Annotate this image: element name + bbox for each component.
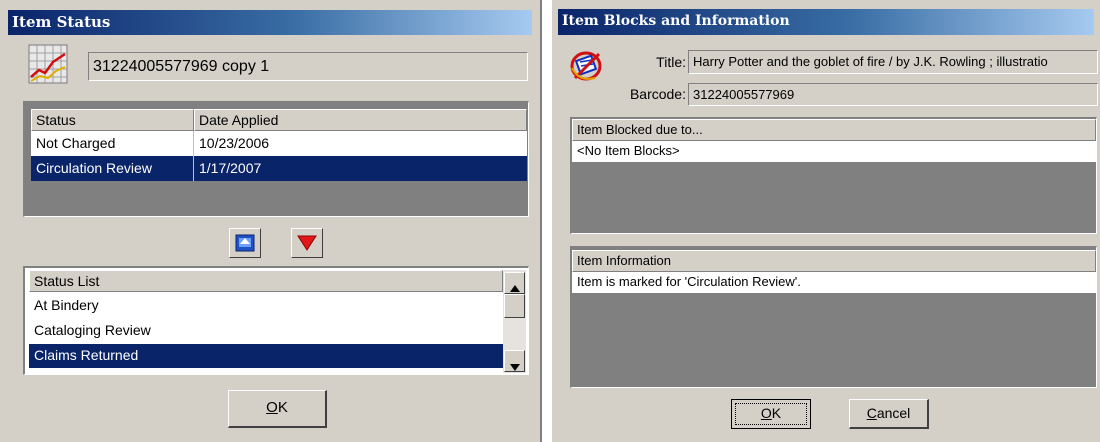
ok-label-rest: K bbox=[277, 399, 288, 416]
title-field[interactable]: Harry Potter and the goblet of fire / by… bbox=[688, 50, 1098, 74]
item-blocks-table: Item Blocked due to... <No Item Blocks> bbox=[570, 117, 1097, 234]
scroll-down-icon bbox=[510, 358, 520, 374]
move-down-button[interactable] bbox=[291, 228, 323, 258]
status-list-header[interactable]: Status List bbox=[29, 270, 503, 292]
date-cell: 1/17/2007 bbox=[194, 156, 527, 181]
barcode-field[interactable]: 31224005577969 bbox=[688, 83, 1098, 106]
status-list[interactable]: Status List At Bindery Cataloging Review… bbox=[23, 266, 529, 375]
cancel-mnemonic: C bbox=[866, 405, 877, 421]
cancel-label-rest: ancel bbox=[876, 405, 911, 421]
title-label: Title: bbox=[656, 54, 686, 70]
ok-mnemonic: O bbox=[266, 399, 278, 416]
list-item[interactable]: At Bindery bbox=[29, 294, 503, 318]
scroll-up-icon bbox=[510, 279, 520, 295]
status-table-empty-area bbox=[31, 181, 527, 213]
move-up-button[interactable] bbox=[229, 228, 261, 258]
ok-button[interactable]: OK bbox=[731, 399, 811, 429]
move-up-icon bbox=[235, 234, 255, 255]
barcode-label: Barcode: bbox=[629, 86, 686, 102]
date-cell: 10/23/2006 bbox=[194, 131, 527, 156]
ok-button[interactable]: OK bbox=[228, 390, 327, 428]
item-status-dialog: Item Status 31224005577969 copy 1 Status… bbox=[0, 0, 542, 442]
status-table: Status Date Applied Not Charged 10/23/20… bbox=[23, 101, 529, 217]
item-information-table: Item Information Item is marked for 'Cir… bbox=[570, 246, 1097, 388]
table-row[interactable]: Not Charged 10/23/2006 bbox=[31, 131, 527, 156]
ok-label-rest: K bbox=[771, 405, 782, 421]
scroll-up-button[interactable] bbox=[504, 272, 525, 294]
chart-icon bbox=[28, 44, 68, 84]
list-item[interactable]: Damaged bbox=[29, 368, 503, 374]
block-row[interactable]: <No Item Blocks> bbox=[572, 141, 1096, 162]
information-row[interactable]: Item is marked for 'Circulation Review'. bbox=[572, 272, 1096, 293]
table-row[interactable]: Circulation Review 1/17/2007 bbox=[31, 156, 527, 181]
ok-mnemonic: O bbox=[760, 405, 772, 421]
item-blocks-title-bar: Item Blocks and Information bbox=[558, 9, 1094, 35]
move-down-icon bbox=[297, 235, 317, 254]
item-status-title-bar: Item Status bbox=[8, 10, 532, 35]
item-copy-field[interactable]: 31224005577969 copy 1 bbox=[88, 52, 528, 81]
scroll-thumb[interactable] bbox=[504, 294, 525, 318]
list-item[interactable]: Cataloging Review bbox=[29, 319, 503, 343]
item-blocks-dialog: Item Blocks and Information Title: Harry… bbox=[551, 0, 1100, 442]
status-cell: Circulation Review bbox=[31, 156, 194, 181]
status-cell: Not Charged bbox=[31, 131, 194, 156]
date-applied-column-header[interactable]: Date Applied bbox=[194, 109, 527, 131]
item-information-header[interactable]: Item Information bbox=[572, 250, 1096, 272]
scroll-down-button[interactable] bbox=[504, 350, 525, 372]
item-blocked-header[interactable]: Item Blocked due to... bbox=[572, 119, 1096, 141]
cancel-button[interactable]: Cancel bbox=[849, 399, 929, 429]
status-list-scrollbar[interactable] bbox=[503, 270, 526, 373]
list-item[interactable]: Claims Returned bbox=[29, 344, 503, 368]
status-column-header[interactable]: Status bbox=[31, 109, 194, 131]
item-block-icon bbox=[569, 48, 603, 84]
